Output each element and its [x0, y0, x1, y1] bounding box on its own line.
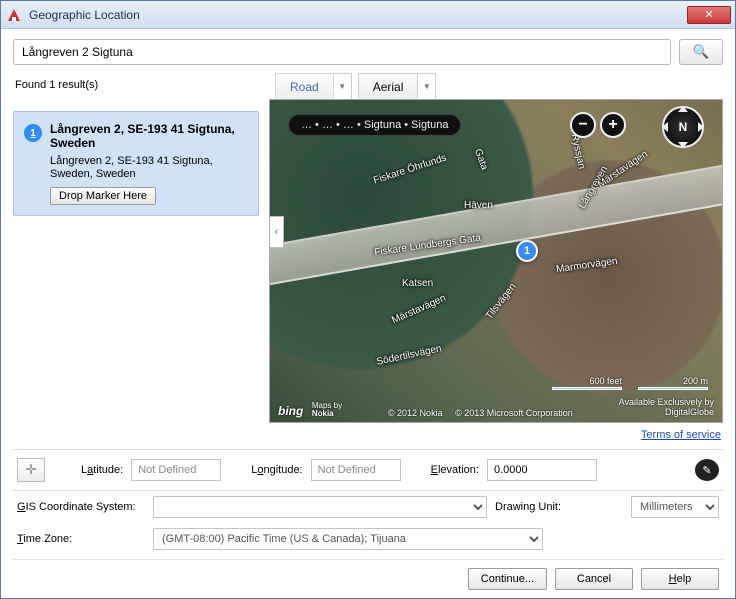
tab-aerial-dropdown[interactable]: ▼	[418, 73, 436, 99]
gis-label: GIS Coordinate System:	[17, 501, 145, 513]
elev-input[interactable]	[487, 459, 597, 481]
street-label: Häven	[464, 200, 493, 211]
close-icon: ✕	[704, 8, 713, 21]
geolocation-dialog: Geographic Location ✕ 🔍 Found 1 result(s…	[0, 0, 736, 599]
zoom-in-button[interactable]: +	[600, 112, 626, 138]
close-button[interactable]: ✕	[687, 6, 731, 24]
drawing-unit-combo[interactable]: Millimeters	[631, 496, 719, 518]
drawing-unit-label: Drawing Unit:	[495, 501, 623, 513]
compass-n: N	[679, 120, 688, 134]
result-badge: 1	[24, 124, 42, 142]
pencil-icon: ✎	[702, 464, 711, 477]
window-title: Geographic Location	[29, 8, 687, 22]
terms-row: Terms of service	[269, 423, 723, 443]
titlebar[interactable]: Geographic Location ✕	[1, 1, 735, 29]
zoom-out-button[interactable]: −	[570, 112, 596, 138]
street-label: Tilsvägen	[484, 281, 519, 321]
search-icon: 🔍	[693, 44, 710, 60]
tab-road[interactable]: Road	[275, 73, 334, 99]
elev-label: Elevation:	[431, 464, 479, 476]
copyright-nokia: © 2012 Nokia	[388, 408, 443, 418]
search-button[interactable]: 🔍	[679, 39, 723, 65]
map-credits: bing Maps by Nokia © 2012 Nokia © 2013 M…	[278, 398, 714, 418]
result-title: Långreven 2, SE-193 41 Sigtuna, Sweden	[50, 122, 248, 151]
plus-icon: +	[608, 116, 617, 134]
street-label: Katsen	[402, 278, 433, 289]
cancel-button[interactable]: Cancel	[555, 568, 633, 590]
bing-logo: bing	[278, 404, 303, 418]
street-label: Södertilsvägen	[376, 343, 443, 368]
pick-point-button[interactable]: ✛	[17, 458, 45, 482]
results-column: Found 1 result(s) 1 Långreven 2, SE-193 …	[13, 73, 259, 216]
terms-link[interactable]: Terms of service	[641, 429, 721, 441]
minus-icon: −	[578, 116, 587, 134]
street-label: Märstavägen	[390, 293, 447, 327]
lon-input[interactable]	[311, 459, 401, 481]
coordinate-row: ✛ Latitude: Longitude: Elevation: ✎	[13, 449, 723, 491]
tz-label: Time Zone:	[17, 533, 145, 545]
gis-row: GIS Coordinate System: Drawing Unit: Mil…	[13, 491, 723, 523]
chevron-left-icon: ‹	[275, 226, 279, 238]
dialog-buttons: Continue... Cancel Help	[13, 559, 723, 590]
scale-bar: 600 feet 200 m	[552, 376, 708, 390]
drop-marker-button[interactable]: Drop Marker Here	[50, 187, 156, 205]
dialog-content: 🔍 Found 1 result(s) 1 Långreven 2, SE-19…	[1, 29, 735, 598]
help-button[interactable]: Help	[641, 568, 719, 590]
tz-combo[interactable]: (GMT-08:00) Pacific Time (US & Canada); …	[153, 528, 543, 550]
result-body: Långreven 2, SE-193 41 Sigtuna, Sweden L…	[50, 122, 248, 205]
street-label: Ryssjan	[569, 133, 587, 170]
result-item[interactable]: 1 Långreven 2, SE-193 41 Sigtuna, Sweden…	[13, 111, 259, 216]
app-icon	[5, 6, 23, 24]
map-tabs: Road ▼ Aerial ▼	[269, 73, 723, 99]
lat-input[interactable]	[131, 459, 221, 481]
scale-feet: 600 feet	[589, 376, 622, 386]
map-column: Road ▼ Aerial ▼ ‹ … • … • … • Sigtuna • …	[269, 73, 723, 443]
collapse-handle[interactable]: ‹	[270, 216, 284, 248]
compass[interactable]: N	[662, 106, 704, 148]
street-label: Marmorvägen	[556, 256, 619, 275]
gis-combo[interactable]	[153, 496, 487, 518]
copyright-ms: © 2013 Microsoft Corporation	[455, 408, 573, 418]
map-pin[interactable]: 1	[516, 240, 538, 262]
zoom-controls: − +	[570, 112, 626, 138]
tab-aerial[interactable]: Aerial	[358, 73, 419, 99]
continue-button[interactable]: Continue...	[468, 568, 547, 590]
street-label: Fiskare Öhrlunds	[372, 153, 448, 187]
timezone-row: Time Zone: (GMT-08:00) Pacific Time (US …	[13, 523, 723, 555]
results-count: Found 1 result(s)	[13, 73, 259, 101]
tab-road-dropdown[interactable]: ▼	[334, 73, 352, 99]
street-label: Gata	[472, 147, 490, 171]
scale-meters: 200 m	[683, 376, 708, 386]
lon-label: Longitude:	[251, 464, 302, 476]
search-row: 🔍	[13, 39, 723, 65]
search-input[interactable]	[13, 39, 671, 65]
result-subtitle: Långreven 2, SE-193 41 Sigtuna, Sweden, …	[50, 155, 248, 181]
credit-digitalglobe1: Available Exclusively by	[619, 397, 714, 407]
credit-digitalglobe2: DigitalGlobe	[665, 407, 714, 417]
crosshair-icon: ✛	[25, 462, 36, 478]
map-view[interactable]: ‹ … • … • … • Sigtuna • Sigtuna − + N 1 …	[269, 99, 723, 423]
edit-coords-button[interactable]: ✎	[695, 459, 719, 481]
map-breadcrumb[interactable]: … • … • … • Sigtuna • Sigtuna	[288, 114, 461, 136]
lat-label: Latitude:	[81, 464, 123, 476]
